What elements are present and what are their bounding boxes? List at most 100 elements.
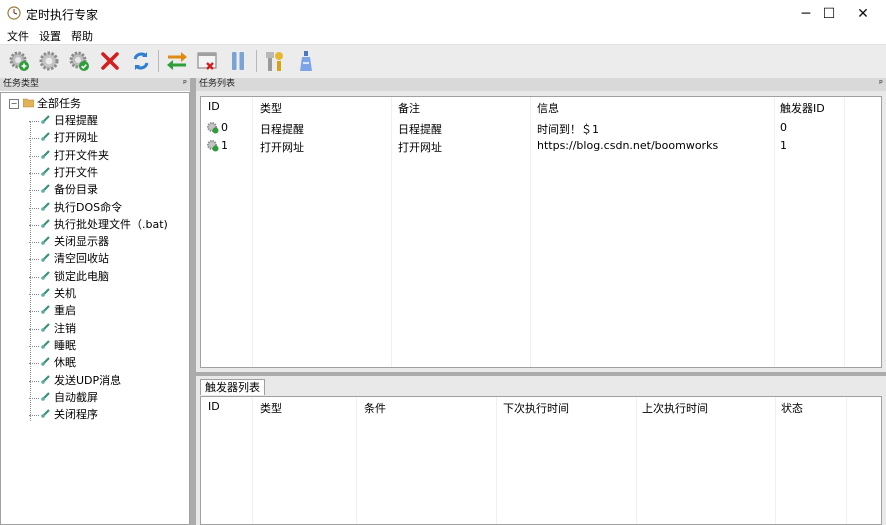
task-type-icon	[41, 357, 50, 366]
tree-root[interactable]: 全部任务	[23, 95, 81, 112]
column-divider	[844, 97, 845, 367]
task-list-title: 任务列表	[199, 79, 236, 89]
menu-bar: 文件 设置 帮助	[0, 27, 886, 44]
column-header-trigger-id[interactable]: 触发器ID	[780, 100, 825, 116]
tree-line	[29, 207, 39, 209]
tree-item[interactable]: 注销	[40, 320, 76, 337]
task-row-trigger[interactable]: 1	[780, 139, 787, 152]
task-row-id[interactable]: 1	[221, 139, 228, 152]
delete-trigger-icon[interactable]	[195, 49, 219, 73]
column-divider	[774, 97, 775, 367]
column-header-id[interactable]: ID	[208, 100, 220, 113]
column-divider	[356, 397, 357, 524]
tree-line	[29, 155, 39, 157]
column-divider	[252, 397, 253, 524]
collapse-icon[interactable]: −	[9, 99, 19, 109]
tree-item[interactable]: 执行批处理文件（.bat)	[40, 216, 168, 233]
tools-icon[interactable]	[263, 49, 287, 73]
tree-item[interactable]: 锁定此电脑	[40, 268, 109, 285]
pin-icon[interactable]: ᵖ	[879, 78, 883, 91]
add-task-icon[interactable]	[7, 49, 31, 73]
tree-item[interactable]: 发送UDP消息	[40, 372, 121, 389]
task-type-icon	[41, 132, 50, 142]
task-type-icon	[41, 115, 50, 124]
tree-line	[29, 121, 39, 122]
tree-line	[30, 121, 31, 421]
menu-help[interactable]: 帮助	[71, 28, 93, 44]
delete-task-icon[interactable]	[98, 49, 122, 73]
pin-icon[interactable]: ᵖ	[183, 78, 187, 91]
column-header-type[interactable]: 类型	[260, 400, 282, 416]
tree-item[interactable]: 自动截屏	[40, 389, 98, 406]
cleanup-icon[interactable]	[294, 49, 318, 73]
enable-task-icon[interactable]	[67, 49, 91, 73]
task-status-icon	[207, 122, 219, 134]
refresh-icon[interactable]	[129, 49, 153, 73]
column-header-note[interactable]: 备注	[398, 100, 420, 116]
tree-line	[29, 328, 39, 330]
tree-item[interactable]: 清空回收站	[40, 250, 109, 267]
tree-line	[29, 138, 39, 140]
task-row-type[interactable]: 日程提醒	[260, 121, 304, 137]
tree-item[interactable]: 关闭程序	[40, 406, 98, 423]
tree-item[interactable]: 执行DOS命令	[40, 199, 122, 216]
column-header-next-run[interactable]: 下次执行时间	[503, 400, 569, 416]
task-row-type[interactable]: 打开网址	[260, 139, 304, 155]
task-row-id[interactable]: 0	[221, 121, 228, 134]
tree-root-label: 全部任务	[37, 97, 81, 110]
task-type-icon	[41, 322, 50, 332]
menu-settings[interactable]: 设置	[39, 28, 61, 44]
tree-line	[29, 242, 39, 244]
tree-item-label: 日程提醒	[54, 114, 98, 127]
column-header-info[interactable]: 信息	[537, 100, 559, 116]
tree-item-label: 注销	[54, 321, 76, 335]
close-button[interactable]: ✕	[840, 0, 886, 27]
task-type-icon	[41, 270, 50, 280]
tree-item[interactable]: 打开文件夹	[40, 147, 109, 164]
task-row-note[interactable]: 日程提醒	[398, 121, 442, 137]
column-header-condition[interactable]: 条件	[364, 400, 386, 416]
task-type-icon	[41, 305, 50, 315]
tree-item[interactable]: 睡眠	[40, 337, 76, 354]
tree-item[interactable]: 休眠	[40, 354, 76, 371]
column-header-status[interactable]: 状态	[781, 400, 803, 416]
tree-item[interactable]: 打开文件	[40, 164, 98, 181]
task-row-note[interactable]: 打开网址	[398, 139, 442, 155]
tree-item[interactable]: 打开网址	[40, 129, 98, 146]
tree-item-label: 执行DOS命令	[54, 200, 123, 214]
tree-line	[29, 311, 39, 313]
trigger-table: ID 类型 条件 下次执行时间 上次执行时间 状态	[200, 396, 882, 525]
tree-item[interactable]: 备份目录	[40, 181, 98, 198]
task-table: ID 类型 备注 信息 触发器ID 0 日程提醒 日程提醒 时间到！＄1 0 1…	[200, 96, 882, 368]
task-type-icon	[41, 392, 50, 401]
menu-file[interactable]: 文件	[7, 28, 29, 44]
tree-item-label: 执行批处理文件（.bat)	[54, 217, 168, 231]
tree-item[interactable]: 关闭显示器	[40, 233, 109, 250]
edit-task-icon[interactable]	[37, 49, 61, 73]
tree-item[interactable]: 日程提醒	[40, 112, 98, 129]
task-row-trigger[interactable]: 0	[780, 121, 787, 134]
task-type-icon	[41, 340, 50, 349]
column-header-type[interactable]: 类型	[260, 100, 282, 116]
task-row-info[interactable]: 时间到！＄1	[537, 121, 599, 137]
column-divider	[846, 397, 847, 524]
tree-item[interactable]: 关机	[40, 285, 76, 302]
workspace: 任务类型 ᵖ − 全部任务 日程提醒 打开网址 打开文件夹 打开文件 备份目录 执行DOS…	[0, 78, 886, 525]
task-type-icon	[41, 236, 50, 245]
task-status-icon	[207, 140, 219, 152]
toolbar-separator	[158, 50, 159, 72]
folder-icon	[23, 98, 34, 108]
task-row-info[interactable]: https://blog.csdn.net/boomworks	[537, 139, 718, 152]
task-list-panel: 任务列表 ᵖ ID 类型 备注 信息 触发器ID 0 日程提醒 日程提醒 时间到…	[196, 78, 886, 372]
column-header-id[interactable]: ID	[208, 400, 220, 413]
tree-item-label: 打开文件夹	[54, 148, 109, 162]
tree-item-label: 打开文件	[54, 165, 98, 179]
task-type-icon	[41, 288, 50, 297]
task-type-icon	[41, 409, 50, 418]
switch-icon[interactable]	[165, 49, 189, 73]
tree-item[interactable]: 重启	[40, 302, 76, 319]
tree-item-label: 清空回收站	[54, 252, 109, 266]
pause-icon[interactable]	[226, 49, 250, 73]
tab-trigger-list[interactable]: 触发器列表	[200, 379, 265, 395]
column-header-last-run[interactable]: 上次执行时间	[642, 400, 708, 416]
